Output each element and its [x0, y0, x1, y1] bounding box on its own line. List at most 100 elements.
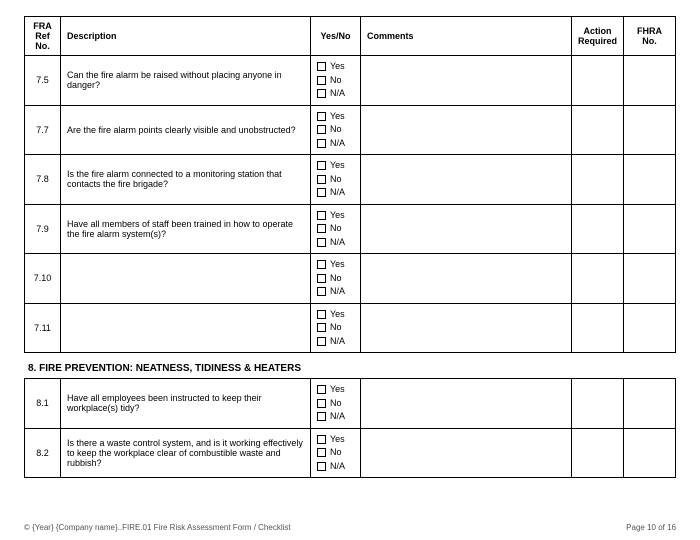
desc-cell: Is there a waste control system, and is … [61, 428, 311, 478]
header-fhra: FHRA No. [624, 17, 676, 56]
desc-cell: Have all employees been instructed to ke… [61, 379, 311, 429]
option-yes: Yes [330, 433, 345, 447]
comments-cell[interactable] [361, 303, 572, 353]
fhra-cell[interactable] [624, 379, 676, 429]
checkbox-na[interactable] [317, 89, 326, 98]
ref-cell: 8.1 [25, 379, 61, 429]
table-row: 7.7Are the fire alarm points clearly vis… [25, 105, 676, 155]
comments-cell[interactable] [361, 56, 572, 106]
checkbox-yes[interactable] [317, 435, 326, 444]
option-yes: Yes [330, 209, 345, 223]
comments-cell[interactable] [361, 254, 572, 304]
table-row: 8.2Is there a waste control system, and … [25, 428, 676, 478]
checklist-table-section7: FRA Ref No. Description Yes/No Comments … [24, 16, 676, 353]
fhra-cell[interactable] [624, 204, 676, 254]
option-no: No [330, 272, 342, 286]
fhra-cell[interactable] [624, 105, 676, 155]
yesno-cell: YesNoN/A [311, 303, 361, 353]
fhra-cell[interactable] [624, 155, 676, 205]
option-no: No [330, 446, 342, 460]
footer-right: Page 10 of 16 [626, 523, 676, 532]
table-row: 7.11 YesNoN/A [25, 303, 676, 353]
checkbox-no[interactable] [317, 448, 326, 457]
yesno-cell: YesNoN/A [311, 105, 361, 155]
comments-cell[interactable] [361, 105, 572, 155]
yesno-cell: YesNoN/A [311, 428, 361, 478]
action-cell[interactable] [572, 204, 624, 254]
action-cell[interactable] [572, 379, 624, 429]
action-cell[interactable] [572, 56, 624, 106]
desc-cell: Have all members of staff been trained i… [61, 204, 311, 254]
option-yes: Yes [330, 308, 345, 322]
option-yes: Yes [330, 60, 345, 74]
option-na: N/A [330, 410, 345, 424]
checkbox-yes[interactable] [317, 211, 326, 220]
checkbox-na[interactable] [317, 462, 326, 471]
page-footer: © {Year} {Company name}..FIRE.01 Fire Ri… [24, 523, 676, 532]
checkbox-yes[interactable] [317, 260, 326, 269]
option-yes: Yes [330, 258, 345, 272]
option-na: N/A [330, 137, 345, 151]
desc-cell: Are the fire alarm points clearly visibl… [61, 105, 311, 155]
fhra-cell[interactable] [624, 56, 676, 106]
action-cell[interactable] [572, 254, 624, 304]
option-na: N/A [330, 285, 345, 299]
table-header: FRA Ref No. Description Yes/No Comments … [25, 17, 676, 56]
action-cell[interactable] [572, 105, 624, 155]
option-yes: Yes [330, 159, 345, 173]
checkbox-na[interactable] [317, 287, 326, 296]
yesno-cell: YesNoN/A [311, 155, 361, 205]
checkbox-yes[interactable] [317, 62, 326, 71]
fhra-cell[interactable] [624, 428, 676, 478]
checkbox-no[interactable] [317, 274, 326, 283]
desc-cell: Is the fire alarm connected to a monitor… [61, 155, 311, 205]
ref-cell: 8.2 [25, 428, 61, 478]
checkbox-na[interactable] [317, 139, 326, 148]
checkbox-yes[interactable] [317, 112, 326, 121]
option-na: N/A [330, 335, 345, 349]
header-comments: Comments [361, 17, 572, 56]
comments-cell[interactable] [361, 428, 572, 478]
option-no: No [330, 74, 342, 88]
table-row: 7.9Have all members of staff been traine… [25, 204, 676, 254]
table-row: 7.5Can the fire alarm be raised without … [25, 56, 676, 106]
ref-cell: 7.11 [25, 303, 61, 353]
header-desc: Description [61, 17, 311, 56]
comments-cell[interactable] [361, 379, 572, 429]
ref-cell: 7.8 [25, 155, 61, 205]
checkbox-no[interactable] [317, 76, 326, 85]
option-yes: Yes [330, 110, 345, 124]
comments-cell[interactable] [361, 155, 572, 205]
checkbox-no[interactable] [317, 175, 326, 184]
ref-cell: 7.7 [25, 105, 61, 155]
table-row: 8.1Have all employees been instructed to… [25, 379, 676, 429]
checkbox-no[interactable] [317, 399, 326, 408]
header-action: Action Required [572, 17, 624, 56]
section8-heading: 8. FIRE PREVENTION: NEATNESS, TIDINESS &… [28, 363, 676, 374]
yesno-cell: YesNoN/A [311, 254, 361, 304]
action-cell[interactable] [572, 303, 624, 353]
option-na: N/A [330, 186, 345, 200]
option-no: No [330, 397, 342, 411]
checkbox-no[interactable] [317, 224, 326, 233]
yesno-cell: YesNoN/A [311, 204, 361, 254]
header-ref: FRA Ref No. [25, 17, 61, 56]
option-no: No [330, 173, 342, 187]
checkbox-yes[interactable] [317, 385, 326, 394]
checkbox-na[interactable] [317, 412, 326, 421]
action-cell[interactable] [572, 428, 624, 478]
ref-cell: 7.10 [25, 254, 61, 304]
desc-cell [61, 303, 311, 353]
checkbox-na[interactable] [317, 238, 326, 247]
fhra-cell[interactable] [624, 254, 676, 304]
comments-cell[interactable] [361, 204, 572, 254]
checkbox-na[interactable] [317, 337, 326, 346]
desc-cell: Can the fire alarm be raised without pla… [61, 56, 311, 106]
checkbox-no[interactable] [317, 323, 326, 332]
checkbox-yes[interactable] [317, 161, 326, 170]
checkbox-na[interactable] [317, 188, 326, 197]
action-cell[interactable] [572, 155, 624, 205]
fhra-cell[interactable] [624, 303, 676, 353]
checkbox-yes[interactable] [317, 310, 326, 319]
checkbox-no[interactable] [317, 125, 326, 134]
